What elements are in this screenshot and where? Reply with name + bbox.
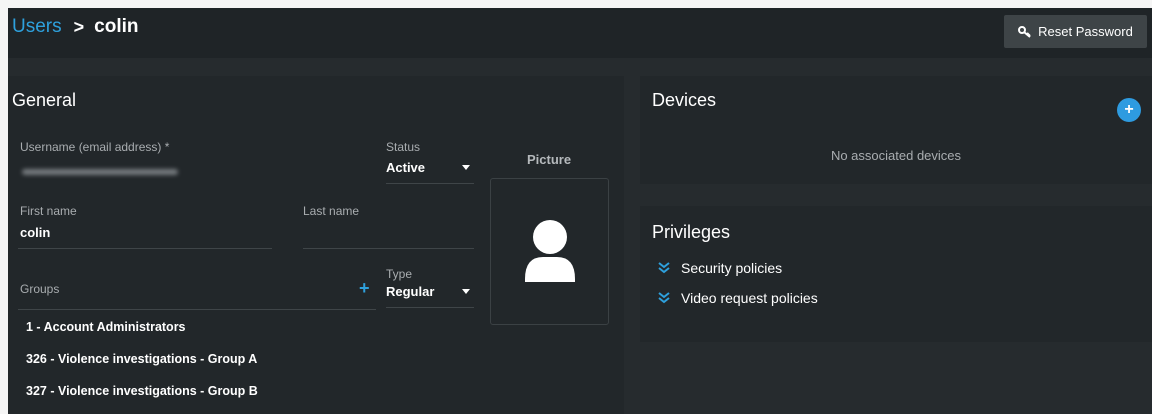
- key-icon: [1018, 25, 1032, 38]
- type-select[interactable]: Regular: [386, 284, 470, 299]
- status-underline: [386, 183, 474, 184]
- group-item[interactable]: 326 - Violence investigations - Group A: [26, 352, 257, 366]
- group-item[interactable]: 1 - Account Administrators: [26, 320, 186, 334]
- video-request-policies-item[interactable]: Video request policies: [657, 290, 818, 306]
- devices-panel: Devices + No associated devices: [640, 76, 1152, 184]
- last-name-underline: [303, 248, 474, 249]
- user-detail-page: Users > colin Reset Password General Use…: [8, 8, 1152, 414]
- breadcrumb: Users > colin: [12, 16, 138, 38]
- breadcrumb-current: colin: [94, 16, 139, 37]
- devices-title: Devices: [652, 90, 717, 110]
- type-label: Type: [386, 267, 413, 281]
- security-policies-label: Security policies: [681, 260, 783, 276]
- page-header: Users > colin Reset Password: [8, 8, 1152, 58]
- double-chevron-down-icon: [657, 262, 671, 274]
- type-underline: [386, 307, 474, 308]
- status-value: Active: [386, 160, 426, 175]
- first-name-underline: [18, 248, 272, 249]
- first-name-label: First name: [20, 204, 77, 218]
- type-value: Regular: [386, 284, 435, 299]
- group-item[interactable]: 327 - Violence investigations - Group B: [26, 384, 258, 398]
- last-name-label: Last name: [303, 204, 360, 218]
- video-request-policies-label: Video request policies: [681, 290, 818, 306]
- groups-underline: [18, 309, 376, 310]
- groups-label: Groups: [20, 282, 60, 296]
- chevron-down-icon: [462, 289, 470, 294]
- username-label: Username (email address) *: [20, 140, 170, 154]
- general-panel: General Username (email address) * Statu…: [8, 76, 624, 414]
- username-field[interactable]: [22, 169, 178, 175]
- first-name-field[interactable]: colin: [20, 225, 50, 240]
- picture-box[interactable]: [490, 178, 609, 325]
- breadcrumb-users-link[interactable]: Users: [12, 16, 62, 38]
- reset-password-button[interactable]: Reset Password: [1004, 15, 1147, 48]
- status-select[interactable]: Active: [386, 160, 470, 175]
- status-label: Status: [386, 140, 421, 154]
- double-chevron-down-icon: [657, 292, 671, 304]
- general-title: General: [12, 90, 77, 110]
- add-group-plus-icon[interactable]: +: [359, 279, 370, 297]
- breadcrumb-separator: >: [73, 16, 85, 37]
- privileges-panel: Privileges Security policies Video reque…: [640, 206, 1152, 342]
- privileges-title: Privileges: [652, 222, 731, 242]
- reset-password-label: Reset Password: [1038, 24, 1133, 39]
- user-avatar-icon: [525, 220, 575, 282]
- security-policies-item[interactable]: Security policies: [657, 260, 782, 276]
- add-device-plus-circle-icon[interactable]: +: [1117, 98, 1141, 122]
- picture-label: Picture: [527, 152, 572, 167]
- chevron-down-icon: [462, 165, 470, 170]
- no-devices-text: No associated devices: [830, 148, 962, 163]
